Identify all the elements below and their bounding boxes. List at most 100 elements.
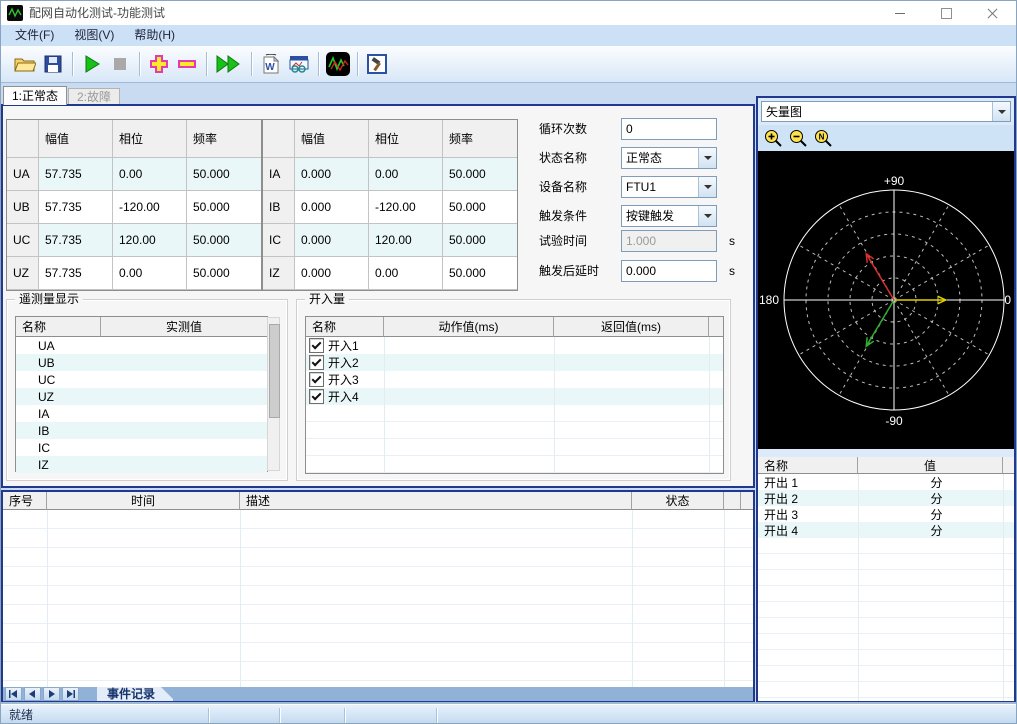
- device-name-combo[interactable]: FTU1: [621, 176, 717, 198]
- plus-icon: [150, 55, 168, 73]
- checkbox-checked[interactable]: [309, 338, 324, 353]
- first-page-button[interactable]: [5, 687, 22, 701]
- cell[interactable]: 50.000: [187, 158, 261, 191]
- close-button[interactable]: [977, 1, 1007, 25]
- tab-normal-state[interactable]: 1:正常态: [3, 86, 67, 105]
- close-icon: [987, 8, 998, 19]
- maximize-icon: [940, 7, 952, 19]
- output-row: 开出 1 分: [764, 475, 943, 490]
- remove-button[interactable]: [173, 50, 201, 78]
- open-file-button[interactable]: [11, 50, 39, 78]
- prev-page-button[interactable]: [24, 687, 41, 701]
- title-bar: 配网自动化测试-功能测试: [1, 1, 1016, 25]
- col-phase: 相位: [113, 120, 187, 158]
- view-selector-combo[interactable]: 矢量图: [761, 101, 1011, 122]
- telemetry-row: IA: [38, 406, 50, 421]
- cell[interactable]: 57.735: [39, 257, 113, 290]
- state-name-combo[interactable]: 正常态: [621, 147, 717, 169]
- cell[interactable]: 120.00: [113, 224, 187, 257]
- cell[interactable]: 0.00: [113, 257, 187, 290]
- start-test-button[interactable]: [78, 50, 106, 78]
- zoom-out-button[interactable]: [789, 129, 808, 148]
- minimize-button[interactable]: [885, 1, 915, 25]
- maximize-button[interactable]: [931, 1, 961, 25]
- test-time-input: [621, 230, 717, 252]
- loop-count-input[interactable]: [621, 118, 717, 140]
- checkbox-checked[interactable]: [309, 389, 324, 404]
- toolbar: W: [1, 46, 1016, 83]
- add-button[interactable]: [145, 50, 173, 78]
- waveform-view-button[interactable]: [324, 50, 352, 78]
- cell[interactable]: 0.000: [295, 224, 369, 257]
- cell[interactable]: 50.000: [443, 158, 517, 191]
- word-report-button[interactable]: W: [257, 50, 285, 78]
- trigger-condition-combo[interactable]: 按键触发: [621, 205, 717, 227]
- zoom-reset-button[interactable]: N: [814, 129, 833, 148]
- fast-run-button[interactable]: [212, 50, 246, 78]
- menu-view[interactable]: 视图(V): [64, 25, 124, 46]
- voltage-table: 幅值 相位 频率 UA 57.735 0.00 50.000 UB 57.735…: [6, 119, 262, 291]
- status-bar: 就绪: [1, 704, 1016, 723]
- cell[interactable]: -120.00: [113, 191, 187, 224]
- minus-icon: [178, 60, 196, 68]
- combo-drop-button[interactable]: [698, 206, 716, 226]
- cell[interactable]: 120.00: [369, 224, 443, 257]
- cell[interactable]: 50.000: [443, 224, 517, 257]
- event-log-tab[interactable]: 事件记录: [97, 687, 174, 701]
- cell[interactable]: 50.000: [187, 224, 261, 257]
- digital-input-table: 名称 动作值(ms) 返回值(ms) 开入1 开入2 开入3 开入4: [305, 316, 724, 474]
- combo-drop-button[interactable]: [992, 102, 1010, 121]
- combo-drop-button[interactable]: [698, 148, 716, 168]
- cell[interactable]: 57.735: [39, 191, 113, 224]
- zoom-in-icon: [765, 129, 782, 147]
- status-text: 就绪: [9, 708, 34, 722]
- open-folder-icon: [14, 58, 36, 72]
- cell[interactable]: 50.000: [187, 191, 261, 224]
- cell[interactable]: 57.735: [39, 158, 113, 191]
- app-icon: [7, 5, 23, 21]
- cell[interactable]: 0.00: [369, 158, 443, 191]
- checkbox-checked[interactable]: [309, 355, 324, 370]
- cell[interactable]: -120.00: [369, 191, 443, 224]
- zoom-in-button[interactable]: [764, 129, 783, 148]
- menu-help[interactable]: 帮助(H): [124, 25, 185, 46]
- axis-label-right: 0: [1004, 293, 1011, 307]
- cell[interactable]: 0.00: [369, 257, 443, 290]
- output-table: 名称 值 开出 1 分 开出 2 分 开出 3 分 开出 4 分: [758, 457, 1014, 701]
- digital-input-row: 开入2: [306, 354, 723, 371]
- digital-input-group-title: 开入量: [305, 292, 350, 306]
- cell[interactable]: 50.000: [443, 257, 517, 290]
- cell[interactable]: 0.000: [295, 191, 369, 224]
- checkbox-checked[interactable]: [309, 372, 324, 387]
- last-page-button[interactable]: [62, 687, 79, 701]
- col-amplitude: 幅值: [39, 120, 113, 158]
- menu-file[interactable]: 文件(F): [5, 25, 64, 46]
- cell[interactable]: 57.735: [39, 224, 113, 257]
- scrollbar-thumb[interactable]: [269, 324, 280, 418]
- next-page-button[interactable]: [43, 687, 60, 701]
- tab-fault-state[interactable]: 2:故障: [68, 88, 120, 105]
- cell[interactable]: 0.000: [295, 257, 369, 290]
- event-list: [3, 510, 753, 687]
- svg-text:N: N: [819, 132, 825, 141]
- axis-label-bottom: -90: [885, 414, 903, 428]
- next-icon: [49, 690, 55, 698]
- stop-icon: [114, 58, 126, 70]
- tool-settings-button[interactable]: [363, 50, 391, 78]
- last-icon: [67, 690, 75, 698]
- cell[interactable]: 50.000: [443, 191, 517, 224]
- stop-test-button[interactable]: [106, 50, 134, 78]
- trigger-delay-input[interactable]: [621, 260, 717, 282]
- report-preview-button[interactable]: [285, 50, 313, 78]
- device-name-label: 设备名称: [539, 180, 588, 194]
- plot-toolbar: N: [758, 125, 1014, 151]
- state-name-label: 状态名称: [539, 151, 588, 165]
- cell[interactable]: 0.000: [295, 158, 369, 191]
- cell[interactable]: 50.000: [187, 257, 261, 290]
- telemetry-scrollbar[interactable]: [267, 317, 280, 471]
- save-button[interactable]: [39, 50, 67, 78]
- test-time-label: 试验时间: [539, 234, 588, 248]
- combo-drop-button[interactable]: [698, 177, 716, 197]
- zoom-out-icon: [790, 129, 807, 147]
- cell[interactable]: 0.00: [113, 158, 187, 191]
